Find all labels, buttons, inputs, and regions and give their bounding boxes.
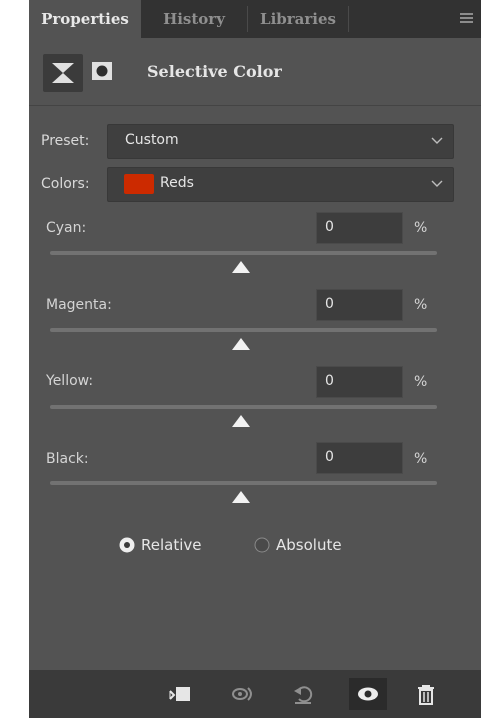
value-field[interactable] [316,289,405,321]
preset-value: Custom [125,132,179,148]
value-input[interactable] [317,367,405,395]
tab-libraries[interactable]: Libraries [248,0,348,38]
visibility-eye-icon[interactable] [349,678,387,710]
slider-label: Magenta: [46,297,112,313]
panel-menu-icon[interactable] [460,13,473,25]
colors-dropdown[interactable]: Reds [107,167,454,202]
slider-track[interactable] [50,328,437,332]
percent-unit: % [414,297,428,313]
view-previous-state-icon[interactable] [230,682,256,706]
slider-thumb[interactable] [231,260,251,274]
value-input[interactable] [317,290,405,318]
trash-icon[interactable] [413,682,439,706]
adjustment-title: Selective Color [147,62,282,81]
value-input[interactable] [317,443,405,471]
properties-panel: Properties History Libraries Selective C… [29,0,481,718]
value-field[interactable] [316,366,405,398]
chevron-down-icon [431,137,443,144]
layer-mask-icon[interactable] [91,60,113,82]
chevron-down-icon [431,180,443,187]
radio-relative[interactable]: Relative [119,533,229,557]
slider-thumb[interactable] [231,414,251,428]
percent-unit: % [414,451,428,467]
colors-value: Reds [160,175,194,191]
adjustment-layer-icon[interactable] [43,54,83,92]
value-field[interactable] [316,442,405,474]
preset-dropdown[interactable]: Custom [107,124,454,159]
clip-to-layer-icon[interactable] [167,682,193,706]
radio-unselected-icon [254,537,270,553]
tab-properties[interactable]: Properties [29,0,141,38]
colors-label: Colors: [41,176,90,192]
radio-label: Relative [141,536,202,554]
preset-label: Preset: [41,133,90,149]
color-swatch [124,174,154,194]
radio-selected-icon [119,537,135,553]
value-input[interactable] [317,213,405,241]
value-field[interactable] [316,212,405,244]
panel-footer [29,670,481,718]
percent-unit: % [414,220,428,236]
radio-absolute[interactable]: Absolute [254,533,364,557]
reset-icon[interactable] [290,682,316,706]
slider-label: Yellow: [46,373,94,389]
slider-label: Black: [46,451,89,467]
radio-label: Absolute [276,536,342,554]
slider-track[interactable] [50,481,437,485]
tab-history[interactable]: History [141,0,247,38]
tab-separator [348,6,349,32]
slider-thumb[interactable] [231,490,251,504]
header-divider [29,105,481,106]
slider-track[interactable] [50,405,437,409]
percent-unit: % [414,374,428,390]
slider-label: Cyan: [46,220,87,236]
slider-thumb[interactable] [231,337,251,351]
panel-tab-bar: Properties History Libraries [29,0,481,38]
slider-track[interactable] [50,251,437,255]
